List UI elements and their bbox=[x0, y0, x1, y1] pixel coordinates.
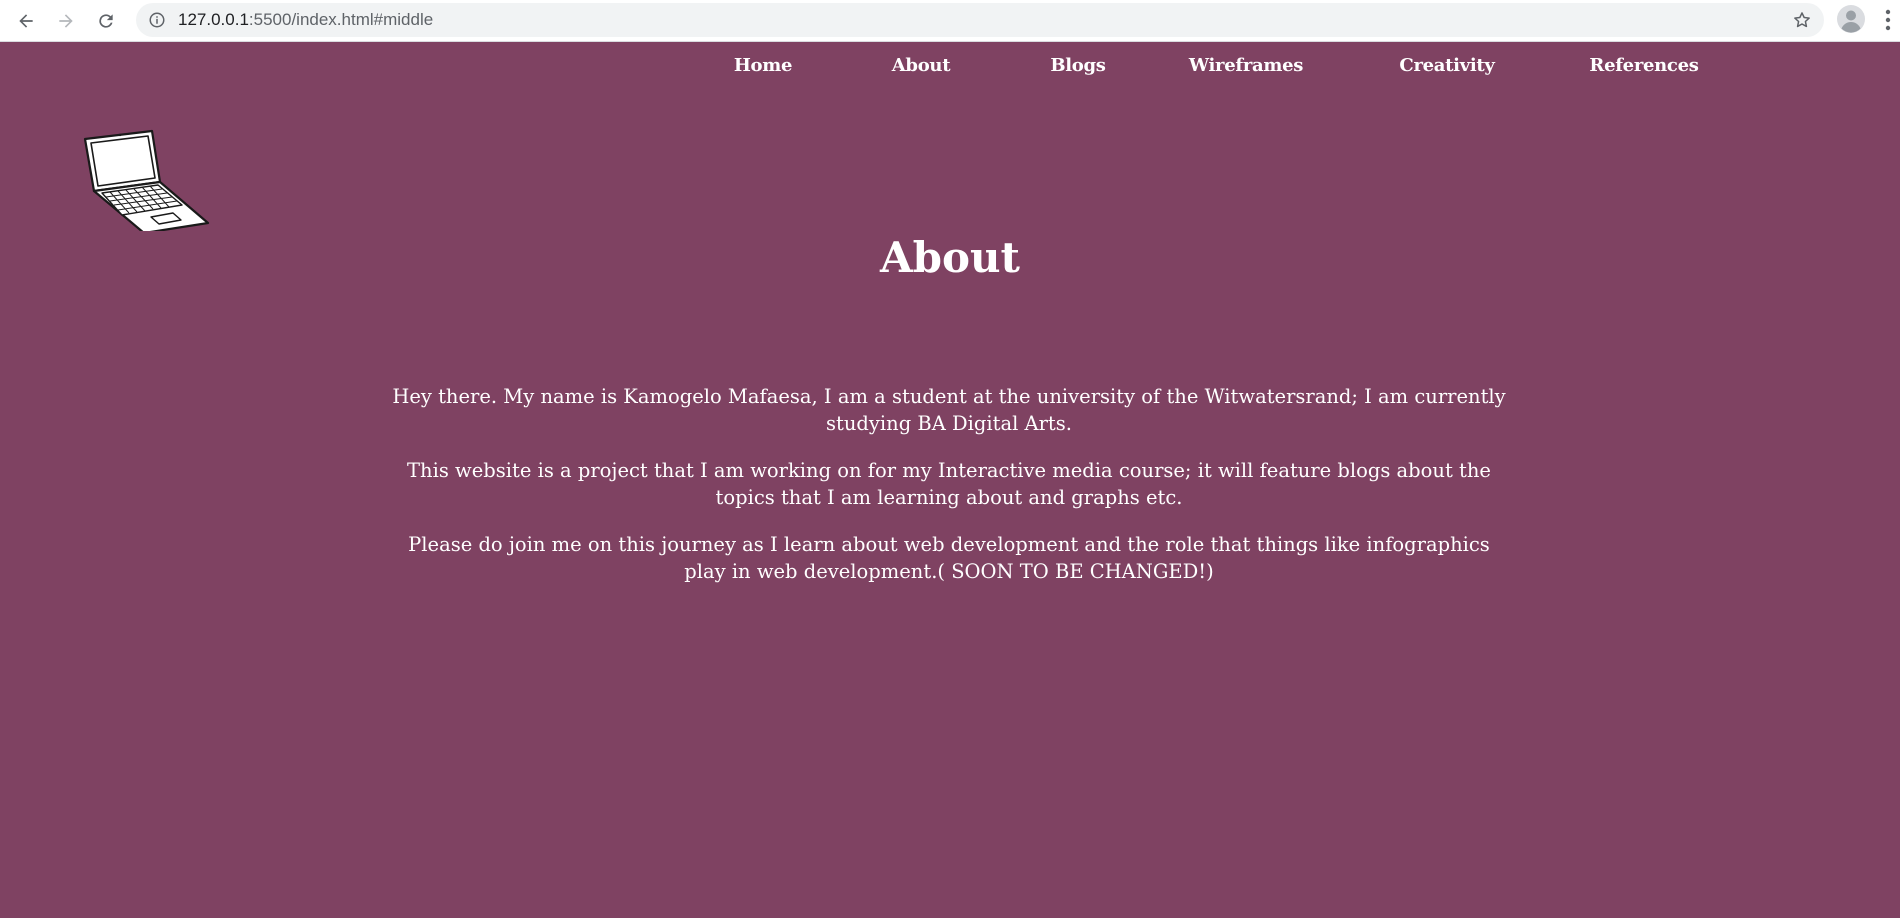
about-content: Hey there. My name is Kamogelo Mafaesa, … bbox=[390, 383, 1508, 605]
nav-link-blogs[interactable]: Blogs bbox=[1050, 55, 1106, 76]
address-bar[interactable]: 127.0.0.1:5500/index.html#middle bbox=[136, 3, 1824, 37]
forward-arrow-icon bbox=[59, 14, 73, 28]
url-text: 127.0.0.1:5500/index.html#middle bbox=[178, 11, 433, 29]
url-path: :5500/index.html#middle bbox=[248, 10, 434, 29]
nav-link-creativity[interactable]: Creativity bbox=[1399, 55, 1494, 76]
star-icon[interactable] bbox=[1792, 10, 1812, 30]
reload-icon bbox=[99, 14, 113, 28]
about-paragraph-2: This website is a project that I am work… bbox=[407, 459, 1491, 509]
back-arrow-icon bbox=[19, 14, 33, 28]
forward-button[interactable] bbox=[50, 5, 82, 37]
back-button[interactable] bbox=[10, 5, 42, 37]
about-paragraph-1: Hey there. My name is Kamogelo Mafaesa, … bbox=[392, 385, 1506, 435]
info-icon[interactable] bbox=[148, 11, 166, 29]
laptop-icon bbox=[83, 129, 210, 231]
about-paragraph-3: Please do join me on this journey as I l… bbox=[408, 533, 1490, 583]
nav-link-home[interactable]: Home bbox=[734, 55, 793, 76]
nav-link-wireframes[interactable]: Wireframes bbox=[1189, 55, 1304, 76]
page-title: About bbox=[0, 233, 1900, 282]
more-vert-icon[interactable] bbox=[1884, 8, 1892, 32]
page-title-text: About bbox=[880, 233, 1020, 282]
url-host: 127.0.0.1 bbox=[178, 10, 249, 29]
nav-link-about[interactable]: About bbox=[892, 55, 951, 76]
nav-link-references[interactable]: References bbox=[1589, 55, 1698, 76]
browser-toolbar: 127.0.0.1:5500/index.html#middle bbox=[0, 0, 1900, 42]
page-body: Home About Blogs Wireframes Creativity R… bbox=[0, 43, 1900, 918]
reload-button[interactable] bbox=[90, 5, 122, 37]
profile-icon[interactable] bbox=[1836, 4, 1866, 34]
